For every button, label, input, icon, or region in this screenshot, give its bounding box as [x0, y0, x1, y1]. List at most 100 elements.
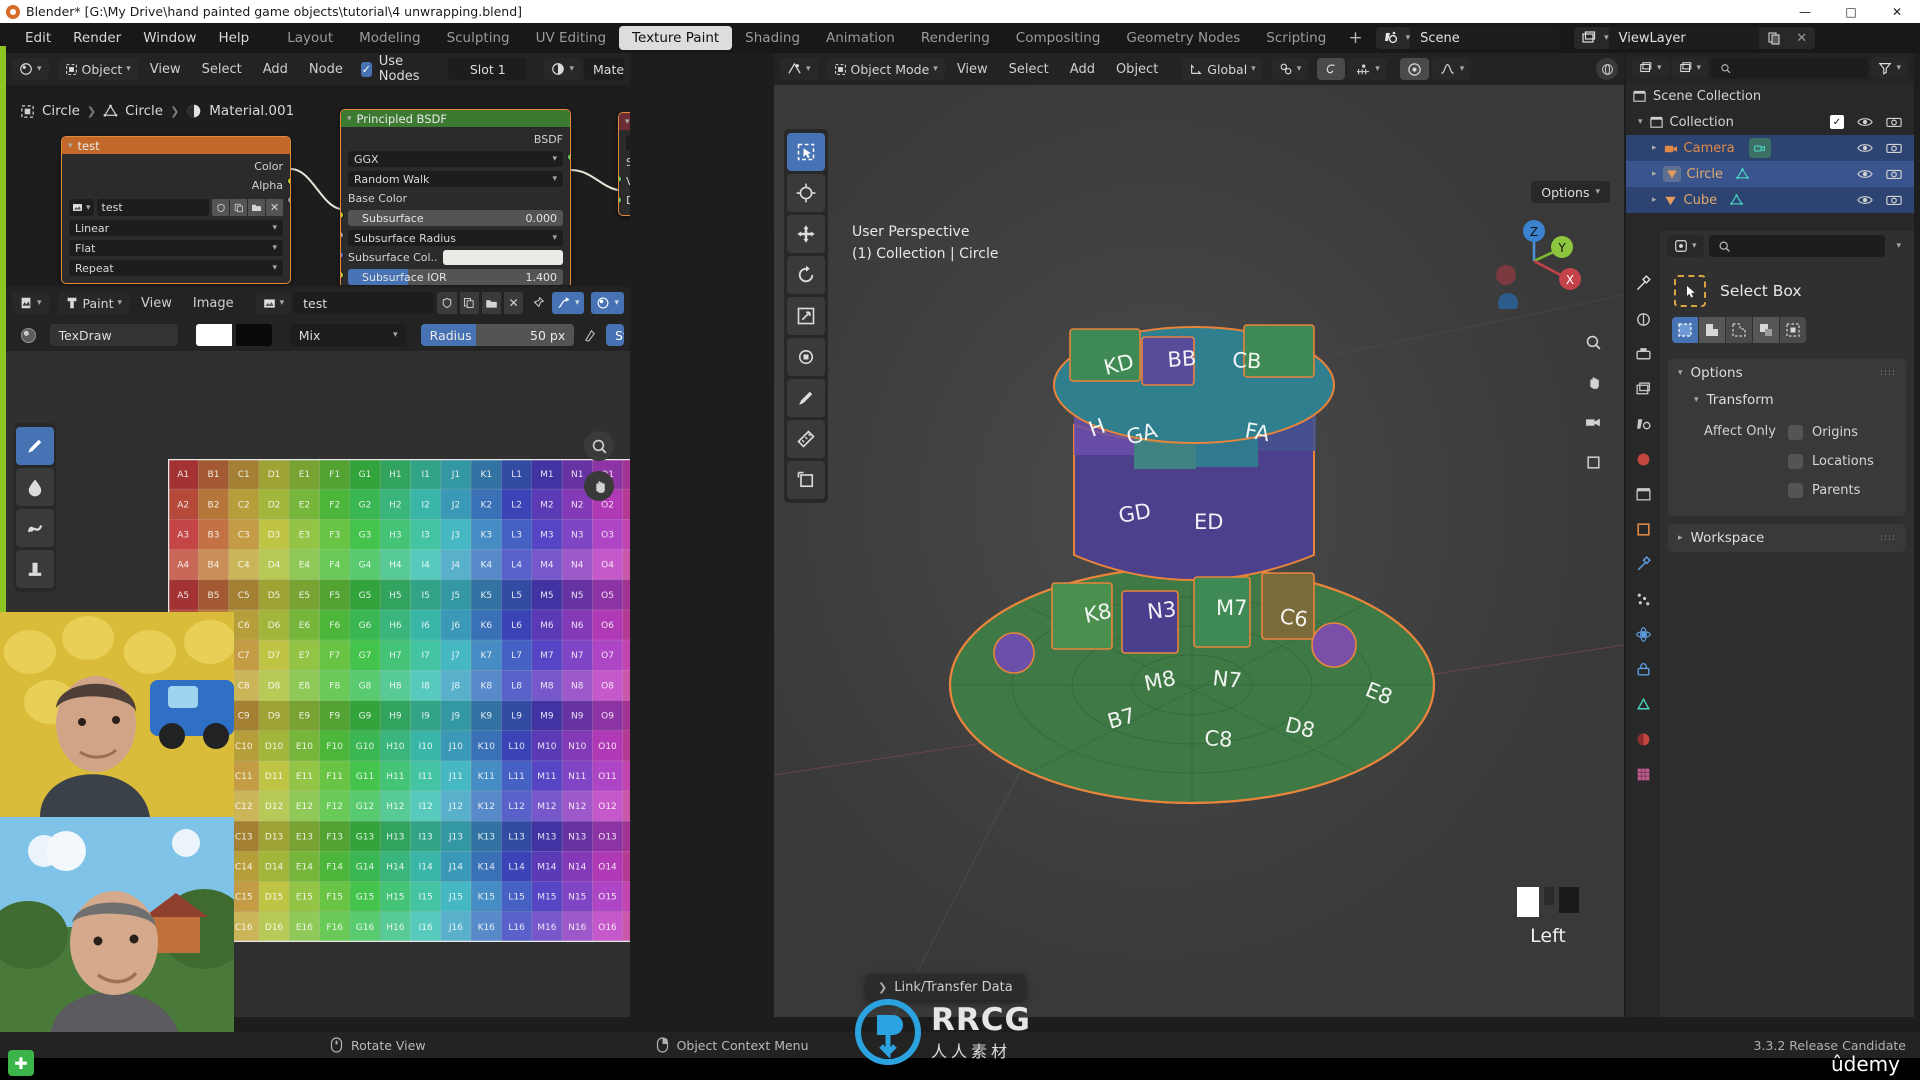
checkbox-box[interactable] [1788, 483, 1803, 498]
editor-type-selector[interactable]: ▾ [12, 58, 49, 80]
node-image-texture[interactable]: ▾ test Color Alpha ▾ test ✕ Linear ▾ Fla… [61, 136, 291, 284]
tool-soften-brush[interactable] [16, 468, 54, 506]
pressure-radius-icon[interactable] [578, 328, 602, 343]
image-name-field[interactable]: test [294, 292, 435, 314]
panel-transform-header[interactable]: ▾ Transform [1668, 387, 1906, 413]
outliner-search-field[interactable] [1737, 61, 1860, 75]
workspace-uv-editing[interactable]: UV Editing [523, 26, 619, 50]
node-header[interactable]: ▾ Principled BSDF [341, 110, 570, 127]
tool-select-box[interactable] [787, 133, 825, 171]
mesh-data-icon[interactable] [1729, 193, 1744, 208]
chevron-down-icon[interactable]: ▾ [68, 141, 73, 151]
invert-select-icon[interactable] [1753, 317, 1779, 343]
toggle-ortho-icon[interactable] [1578, 447, 1608, 477]
intersect-select-icon[interactable] [1780, 317, 1806, 343]
transform-orientation-selector[interactable]: Global ▾ [1182, 58, 1263, 80]
chevron-down-icon[interactable]: ▾ [347, 114, 352, 124]
node-row-base-color[interactable]: Base Color [348, 191, 563, 206]
mode-selector[interactable]: Object Mode ▾ [826, 58, 945, 80]
extend-select-icon[interactable] [1699, 317, 1725, 343]
camera-data-icon[interactable] [1748, 138, 1771, 158]
shader-node-canvas[interactable]: ▾ test Color Alpha ▾ test ✕ Linear ▾ Fla… [6, 109, 630, 285]
camera-render-icon[interactable] [1886, 115, 1902, 129]
node-subsurface-method-select[interactable]: Random Walk ▾ [348, 171, 563, 187]
viewport-shading-wireframe-icon[interactable] [1596, 58, 1618, 80]
node-image-name[interactable]: test [96, 199, 209, 216]
pin-icon[interactable] [526, 292, 549, 314]
viewport-menu-select[interactable]: Select [1000, 58, 1058, 80]
camera-render-icon[interactable] [1886, 141, 1902, 155]
new-image-icon[interactable] [230, 199, 247, 216]
checkbox-box[interactable] [1788, 454, 1803, 469]
tool-smear-brush[interactable] [16, 509, 54, 547]
material-browse-button[interactable]: ▾ [544, 58, 581, 80]
eye-icon[interactable] [1857, 193, 1873, 207]
editor-type-selector[interactable]: ▾ [1632, 57, 1669, 79]
disclosure-triangle-icon[interactable]: ▸ [1652, 169, 1657, 179]
image-browse-button[interactable]: ▾ [255, 292, 292, 314]
use-nodes-toggle[interactable]: ✓ Use Nodes [360, 54, 429, 84]
workspace-texture-paint[interactable]: Texture Paint [619, 26, 733, 50]
chevron-down-icon[interactable]: ▾ [1890, 241, 1907, 251]
menu-edit[interactable]: Edit [14, 27, 62, 49]
properties-tab-tool[interactable] [1634, 275, 1652, 297]
xray-falloff-selector[interactable]: ▾ [1431, 58, 1472, 80]
outliner-row-camera[interactable]: ▸ Camera [1626, 135, 1914, 161]
display-channels-button[interactable]: ▾ [551, 292, 585, 314]
fake-user-icon[interactable] [437, 292, 457, 314]
minimize-button[interactable]: — [1782, 0, 1828, 23]
properties-tab-data[interactable] [1635, 696, 1652, 717]
add-workspace-button[interactable]: + [1339, 28, 1371, 48]
socket-bsdf-out[interactable] [567, 153, 570, 161]
scene-selector[interactable]: ▾ Scene [1375, 27, 1561, 49]
properties-search-input[interactable] [1708, 235, 1886, 257]
outliner-row-cube[interactable]: ▸ Cube [1626, 187, 1914, 213]
menu-window[interactable]: Window [132, 27, 207, 49]
close-button[interactable]: ✕ [1874, 0, 1920, 23]
menu-help[interactable]: Help [207, 27, 260, 49]
properties-tab-render[interactable] [1635, 311, 1652, 332]
blend-mode-select[interactable]: Mix ▾ [289, 324, 407, 346]
tool-rotate[interactable] [787, 256, 825, 294]
drag-handle-icon[interactable]: :::: [1880, 368, 1896, 378]
checkbox-box[interactable] [1788, 425, 1803, 440]
editor-type-selector[interactable]: ▾ [780, 58, 818, 80]
node-image-selector[interactable]: ▾ test ✕ [69, 199, 283, 216]
tool-clone-brush[interactable] [16, 550, 54, 588]
eye-icon[interactable] [1857, 115, 1873, 129]
breadcrumb-mesh[interactable]: Circle [125, 103, 163, 119]
disclosure-triangle-icon[interactable]: ▸ [1652, 143, 1657, 153]
checkbox-locations[interactable]: Locations [1788, 450, 1874, 473]
primary-color-swatch[interactable] [196, 324, 233, 346]
shader-menu-node[interactable]: Node [300, 58, 352, 80]
eye-icon[interactable] [1857, 167, 1873, 181]
viewlayer-selector[interactable]: ▾ ViewLayer ✕ [1574, 27, 1815, 49]
unlink-image-icon[interactable]: ✕ [504, 292, 524, 314]
outliner-search-input[interactable] [1711, 57, 1869, 79]
workspace-animation[interactable]: Animation [813, 26, 908, 50]
camera-render-icon[interactable] [1886, 193, 1902, 207]
workspace-modeling[interactable]: Modeling [346, 26, 433, 50]
properties-tab-viewlayer[interactable] [1635, 381, 1652, 402]
outliner-row-scene-collection[interactable]: Scene Collection [1626, 83, 1914, 109]
unlink-image-icon[interactable]: ✕ [266, 199, 283, 216]
node-target-select[interactable]: All ▾ [626, 135, 630, 151]
pan-hand-icon[interactable] [584, 471, 614, 501]
properties-tab-world[interactable] [1635, 451, 1652, 472]
viewport-canvas[interactable]: KD BB CB H GA FA GD ED K8 N3 M7 C6 M8 N7… [774, 85, 1624, 1017]
workspace-scripting[interactable]: Scripting [1253, 26, 1339, 50]
outliner-row-circle[interactable]: ▸ Circle [1626, 161, 1914, 187]
secondary-color-swatch[interactable] [236, 324, 272, 346]
shader-menu-view[interactable]: View [141, 58, 190, 80]
tool-annotate[interactable] [787, 379, 825, 417]
proportional-editing-toggle[interactable] [1317, 58, 1346, 80]
tool-move[interactable] [787, 215, 825, 253]
tool-add-cube[interactable] [787, 461, 825, 499]
checkbox-parents[interactable]: Parents [1788, 479, 1874, 502]
image-editor-mode-selector[interactable]: Paint ▾ [57, 292, 129, 314]
color-swatch[interactable] [443, 250, 563, 265]
node-row-subsurface-radius[interactable]: Subsurface Radius ▾ [348, 230, 563, 246]
node-distribution-select[interactable]: GGX ▾ [348, 151, 563, 167]
tool-transform[interactable] [787, 338, 825, 376]
node-principled-bsdf[interactable]: ▾ Principled BSDF BSDF GGX ▾ Random Walk… [340, 109, 571, 285]
